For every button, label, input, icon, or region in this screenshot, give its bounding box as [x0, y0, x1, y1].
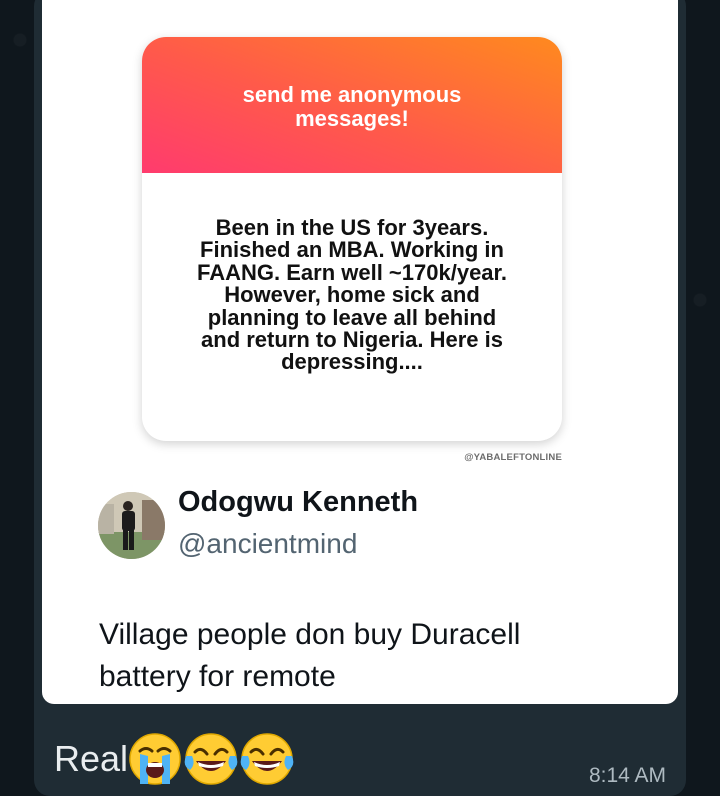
tweet-author-name: Odogwu Kenneth	[178, 486, 419, 518]
watermark: @YABALEFTONLINE	[464, 452, 562, 463]
face-with-tears-of-joy-icon	[182, 730, 240, 788]
message-timestamp: 8:14 AM	[588, 764, 666, 787]
anonymous-message-text: Been in the US for 3years. Finished an M…	[197, 215, 507, 375]
card-header: send me anonymous messages!	[142, 37, 562, 173]
loudly-crying-face-icon	[126, 730, 184, 788]
avatar	[98, 492, 165, 559]
tweet-author-handle: @ancientmind	[178, 528, 358, 559]
person-photo-icon	[98, 492, 165, 559]
anonymous-message-card: send me anonymous messages! Been in the …	[142, 37, 562, 441]
face-with-tears-of-joy-icon	[238, 730, 296, 788]
tweet-text: Village people don buy Duracell battery …	[99, 618, 521, 693]
shared-image[interactable]: send me anonymous messages! Been in the …	[42, 0, 678, 704]
caption-text: Real	[54, 738, 129, 779]
message-caption: Real	[54, 730, 296, 788]
card-title: send me anonymous messages!	[242, 82, 462, 131]
